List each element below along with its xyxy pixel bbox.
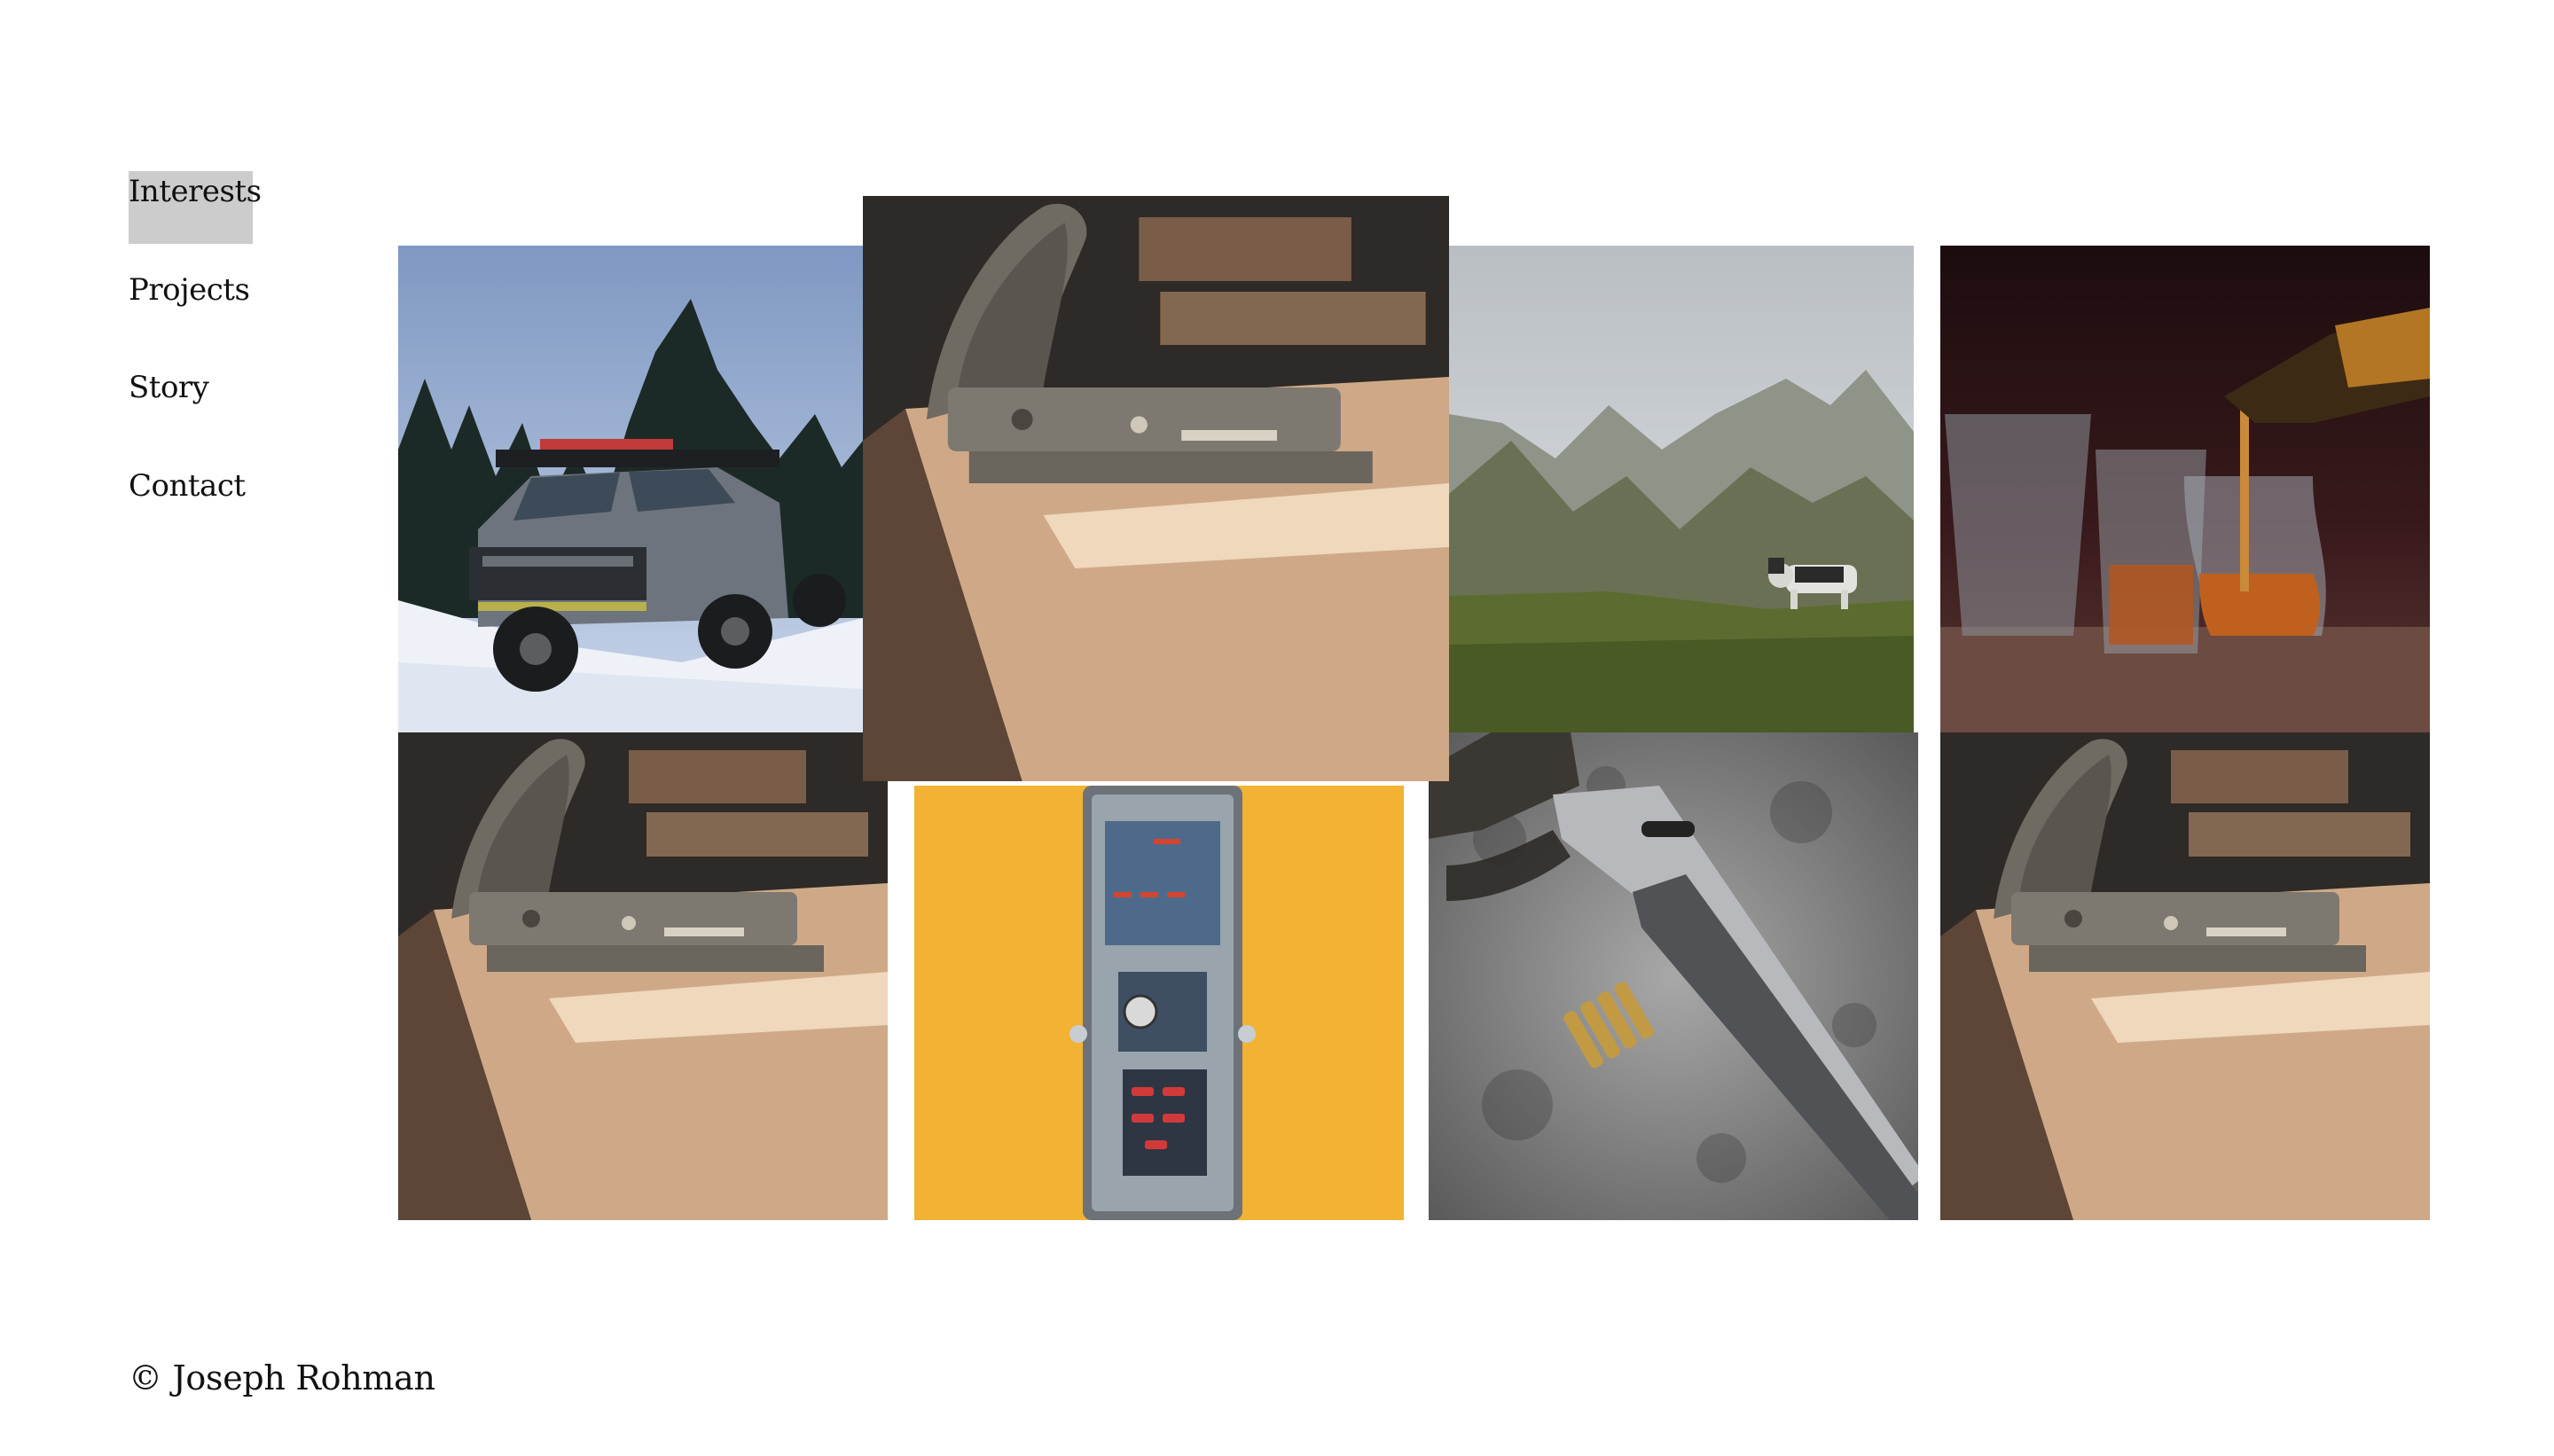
hand-plane-photo <box>1940 732 2430 1220</box>
gallery-tile-hand-plane[interactable] <box>398 732 888 1220</box>
nav-item-label: Projects <box>129 272 250 308</box>
gallery-tile-whisky[interactable] <box>1940 246 2430 732</box>
hand-plane-photo <box>863 196 1449 781</box>
gallery-tile-hand-plane-enlarged[interactable] <box>863 196 1449 781</box>
footer-copyright: © Joseph Rohman <box>129 1358 435 1397</box>
nav-item-label: Contact <box>129 468 246 504</box>
nav-item-contact[interactable]: Contact <box>129 471 246 501</box>
mountain-dog-photo <box>1449 246 1914 732</box>
gallery-tile-pedal[interactable] <box>914 786 1404 1220</box>
lever-action-rifle-photo <box>1429 732 1918 1220</box>
guitar-pedal-circuit-photo <box>914 786 1404 1220</box>
nav-item-interests[interactable]: Interests <box>129 171 262 244</box>
nav-item-label: Interests <box>129 174 262 209</box>
nav-item-story[interactable]: Story <box>129 370 209 405</box>
whisky-pour-photo <box>1940 246 2430 732</box>
hand-plane-photo <box>398 732 888 1220</box>
gallery-tile-truck[interactable] <box>398 246 863 732</box>
nav-item-projects[interactable]: Projects <box>129 272 250 308</box>
gallery-tile-mountain-dog[interactable] <box>1449 246 1914 732</box>
gallery-tile-rifle[interactable] <box>1429 732 1918 1220</box>
gallery-tile-hand-plane-2[interactable] <box>1940 732 2430 1220</box>
truck-photo <box>398 246 863 732</box>
nav-item-label: Story <box>129 370 209 405</box>
